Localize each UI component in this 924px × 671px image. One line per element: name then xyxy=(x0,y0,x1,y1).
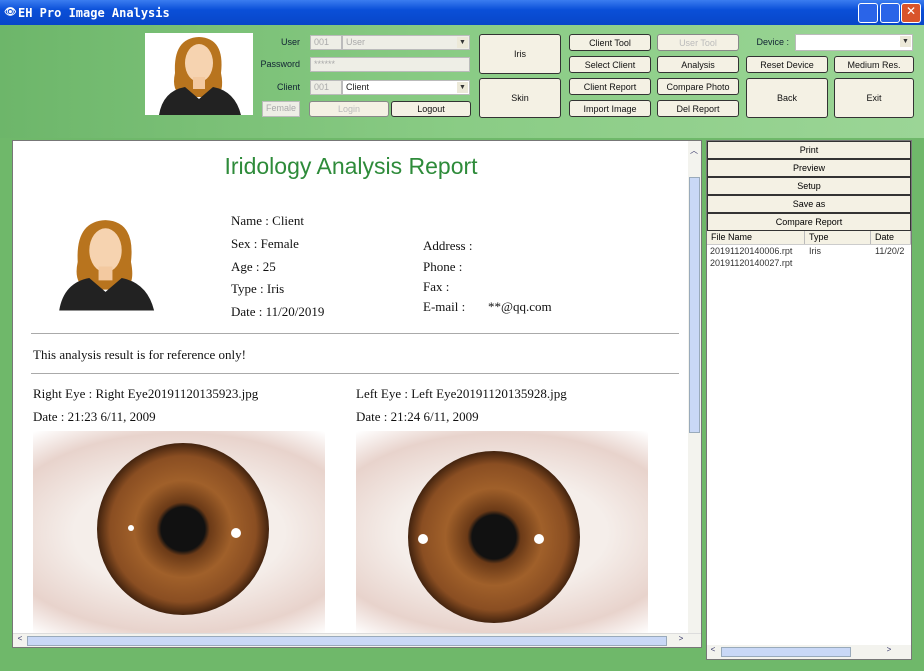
close-button[interactable]: ✕ xyxy=(901,3,921,23)
medium-res-button[interactable]: Medium Res. xyxy=(834,56,914,73)
toolbar: User 001 User ▼ Password ****** Client 00… xyxy=(0,25,924,138)
setup-button[interactable]: Setup xyxy=(707,177,911,195)
scroll-left-icon[interactable]: < xyxy=(14,634,26,643)
scroll-thumb[interactable] xyxy=(721,647,851,657)
client-select[interactable]: Client ▼ xyxy=(342,80,470,95)
client-select-value: Client xyxy=(346,82,370,92)
user-select[interactable]: User ▼ xyxy=(342,35,470,50)
reset-device-button[interactable]: Reset Device xyxy=(746,56,828,73)
user-tool-button[interactable]: User Tool xyxy=(657,34,739,51)
file-name: 20191120140006.rpt xyxy=(710,246,793,256)
report-view: Iridology Analysis Report Name : Client … xyxy=(12,140,702,648)
scroll-up-icon[interactable]: ︿ xyxy=(688,145,700,156)
left-eye-file: Left Eye : Left Eye20191120135928.jpg xyxy=(356,386,567,401)
file-list-item[interactable]: 20191120140006.rpt Iris 11/20/2 xyxy=(707,245,911,257)
client-label: Client xyxy=(276,82,300,92)
right-eye-file: Right Eye : Right Eye20191120135923.jpg xyxy=(33,386,259,401)
scroll-left-icon[interactable]: < xyxy=(707,645,719,654)
user-id-field[interactable]: 001 xyxy=(310,35,342,50)
compare-photo-button[interactable]: Compare Photo xyxy=(657,78,739,95)
left-eye-image xyxy=(356,431,648,635)
print-button[interactable]: Print xyxy=(707,141,911,159)
preview-button[interactable]: Preview xyxy=(707,159,911,177)
client-report-button[interactable]: Client Report xyxy=(569,78,651,95)
login-button[interactable]: Login xyxy=(309,101,389,117)
horizontal-scrollbar[interactable]: < > xyxy=(13,633,701,647)
client-sex: Sex : Female xyxy=(231,236,299,251)
logout-button[interactable]: Logout xyxy=(391,101,471,117)
email-label: E-mail : xyxy=(423,299,466,314)
client-avatar xyxy=(145,33,253,115)
disclaimer: This analysis result is for reference on… xyxy=(33,347,246,362)
fax-label: Fax : xyxy=(423,279,450,294)
client-id-field[interactable]: 001 xyxy=(310,80,342,95)
scroll-right-icon[interactable]: > xyxy=(675,634,687,643)
file-type: Iris xyxy=(809,246,821,256)
phone-label: Phone : xyxy=(423,259,463,274)
user-label: User xyxy=(280,37,300,47)
password-field[interactable]: ****** xyxy=(310,57,470,72)
file-name: 20191120140027.rpt xyxy=(710,258,793,268)
maximize-button[interactable] xyxy=(880,3,900,23)
file-date: 11/20/2 xyxy=(875,246,905,256)
client-age: Age : 25 xyxy=(231,259,276,274)
scroll-thumb[interactable] xyxy=(27,636,667,646)
right-eye-image xyxy=(33,431,325,635)
del-report-button[interactable]: Del Report xyxy=(657,100,739,117)
column-type[interactable]: Type xyxy=(805,231,871,244)
client-name: Name : Client xyxy=(231,213,304,228)
file-list-header: File Name Type Date xyxy=(707,231,911,245)
divider xyxy=(31,373,679,374)
iris-button[interactable]: Iris xyxy=(479,34,561,74)
file-type xyxy=(809,257,875,269)
report-side-panel: Print Preview Setup Save as Compare Repo… xyxy=(706,140,912,660)
list-horizontal-scrollbar[interactable]: < > xyxy=(707,645,911,659)
eye-app-icon: 👁 xyxy=(4,7,17,18)
column-date[interactable]: Date xyxy=(871,231,911,244)
analysis-button[interactable]: Analysis xyxy=(657,56,739,73)
skin-button[interactable]: Skin xyxy=(479,78,561,118)
minimize-button[interactable] xyxy=(858,3,878,23)
report-title: Iridology Analysis Report xyxy=(224,153,478,179)
password-label: Password xyxy=(260,59,300,69)
client-tool-button[interactable]: Client Tool xyxy=(569,34,651,51)
vertical-scrollbar[interactable]: ︿ xyxy=(688,141,701,635)
back-button[interactable]: Back xyxy=(746,78,828,118)
chevron-down-icon: ▼ xyxy=(900,36,911,47)
window-title: EH Pro Image Analysis xyxy=(18,6,170,20)
exit-button[interactable]: Exit xyxy=(834,78,914,118)
select-client-button[interactable]: Select Client xyxy=(569,56,651,73)
left-eye-date: Date : 21:24 6/11, 2009 xyxy=(356,409,479,424)
email-value: **@qq.com xyxy=(488,299,552,314)
save-as-button[interactable]: Save as xyxy=(707,195,911,213)
report-avatar xyxy=(43,203,168,323)
scroll-right-icon[interactable]: > xyxy=(883,645,895,654)
title-bar: 👁 EH Pro Image Analysis ✕ xyxy=(0,0,924,25)
chevron-down-icon: ▼ xyxy=(457,82,468,93)
import-image-button[interactable]: Import Image xyxy=(569,100,651,117)
compare-report-button[interactable]: Compare Report xyxy=(707,213,911,231)
device-label: Device : xyxy=(756,37,789,47)
user-select-value: User xyxy=(346,37,366,47)
chevron-down-icon: ▼ xyxy=(457,37,468,48)
divider xyxy=(31,333,679,334)
client-type: Type : Iris xyxy=(231,281,285,296)
gender-field: Female xyxy=(262,101,300,117)
right-eye-date: Date : 21:23 6/11, 2009 xyxy=(33,409,156,424)
column-file-name[interactable]: File Name xyxy=(707,231,805,244)
scroll-thumb[interactable] xyxy=(689,177,700,433)
file-list-item[interactable]: 20191120140027.rpt xyxy=(707,257,911,269)
device-select[interactable]: ▼ xyxy=(795,34,913,51)
report-date: Date : 11/20/2019 xyxy=(231,304,325,319)
address-label: Address : xyxy=(423,238,473,253)
